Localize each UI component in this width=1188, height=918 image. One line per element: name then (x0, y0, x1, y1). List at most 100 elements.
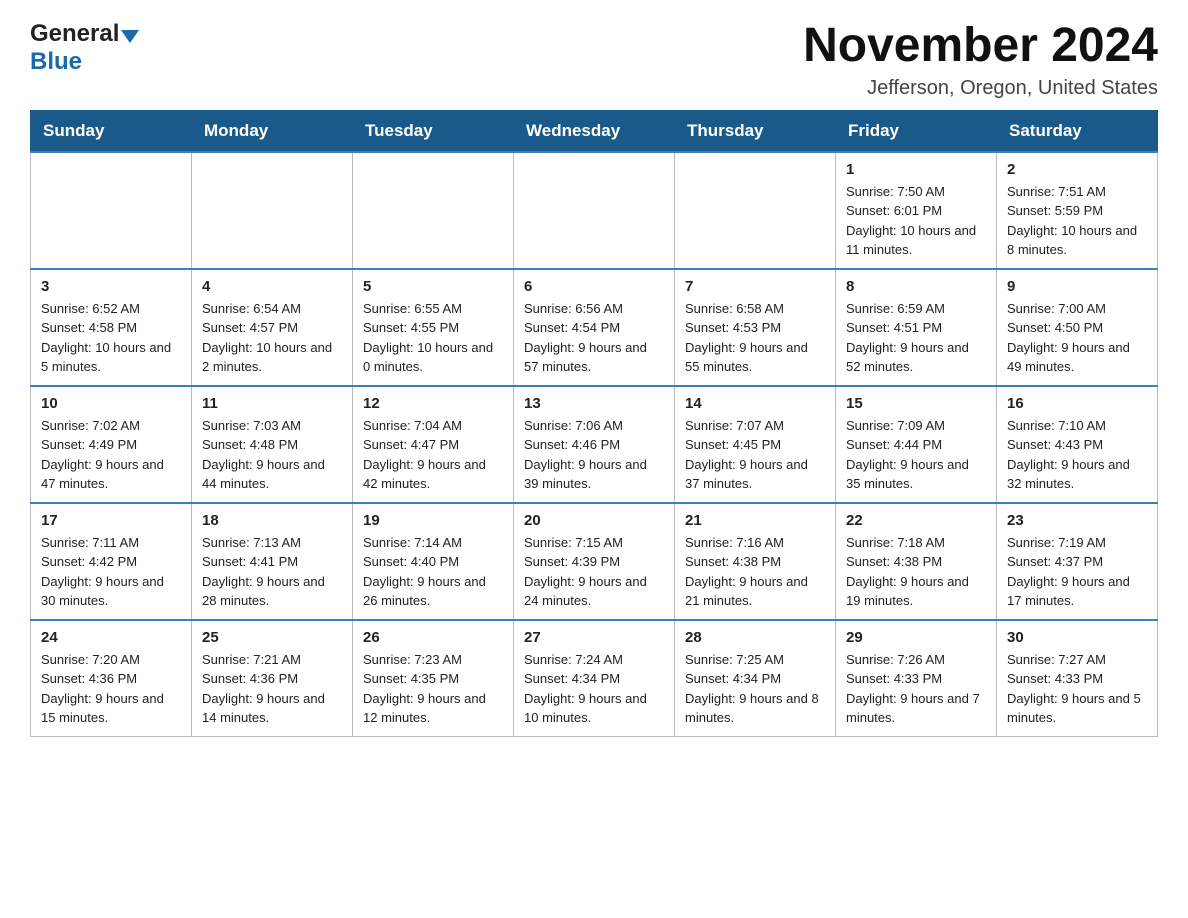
calendar-cell: 26 Sunrise: 7:23 AMSunset: 4:35 PMDayligh… (353, 620, 514, 737)
day-info: Sunrise: 7:03 AMSunset: 4:48 PMDaylight:… (202, 416, 342, 494)
calendar-cell: 14Sunrise: 7:07 AMSunset: 4:45 PMDayligh… (675, 386, 836, 503)
calendar-cell: 19 Sunrise: 7:14 AMSunset: 4:40 PMDayligh… (353, 503, 514, 620)
calendar-header-row: SundayMondayTuesdayWednesdayThursdayFrid… (31, 110, 1158, 152)
logo: General Blue (30, 20, 139, 76)
calendar-cell: 16 Sunrise: 7:10 AMSunset: 4:43 PMDayligh… (997, 386, 1158, 503)
logo-blue-text: Blue (30, 48, 82, 75)
calendar-cell: 8 Sunrise: 6:59 AMSunset: 4:51 PMDaylight… (836, 269, 997, 386)
day-info: Sunrise: 7:19 AMSunset: 4:37 PMDaylight:… (1007, 533, 1147, 611)
calendar-week-row: 10 Sunrise: 7:02 AMSunset: 4:49 PMDayligh… (31, 386, 1158, 503)
calendar-cell (514, 152, 675, 269)
logo-general-text: General (30, 20, 119, 48)
calendar-cell: 3 Sunrise: 6:52 AMSunset: 4:58 PMDaylight… (31, 269, 192, 386)
column-header-monday: Monday (192, 110, 353, 152)
day-info: Sunrise: 7:14 AMSunset: 4:40 PMDaylight:… (363, 533, 503, 611)
day-number: 19 (363, 512, 503, 529)
day-info: Sunrise: 6:52 AMSunset: 4:58 PMDaylight:… (41, 299, 181, 377)
column-header-wednesday: Wednesday (514, 110, 675, 152)
day-number: 23 (1007, 512, 1147, 529)
day-info: Sunrise: 7:13 AMSunset: 4:41 PMDaylight:… (202, 533, 342, 611)
day-number: 2 (1007, 161, 1147, 178)
day-number: 14 (685, 395, 825, 412)
day-number: 8 (846, 278, 986, 295)
calendar-cell: 6 Sunrise: 6:56 AMSunset: 4:54 PMDaylight… (514, 269, 675, 386)
day-info: Sunrise: 7:11 AMSunset: 4:42 PMDaylight:… (41, 533, 181, 611)
day-number: 15 (846, 395, 986, 412)
day-number: 27 (524, 629, 664, 646)
calendar-cell: 24 Sunrise: 7:20 AMSunset: 4:36 PMDayligh… (31, 620, 192, 737)
day-number: 24 (41, 629, 181, 646)
day-number: 10 (41, 395, 181, 412)
day-number: 28 (685, 629, 825, 646)
day-info: Sunrise: 6:59 AMSunset: 4:51 PMDaylight:… (846, 299, 986, 377)
calendar-cell: 18 Sunrise: 7:13 AMSunset: 4:41 PMDayligh… (192, 503, 353, 620)
calendar-cell: 15Sunrise: 7:09 AMSunset: 4:44 PMDayligh… (836, 386, 997, 503)
day-number: 25 (202, 629, 342, 646)
calendar-cell: 10 Sunrise: 7:02 AMSunset: 4:49 PMDayligh… (31, 386, 192, 503)
day-info: Sunrise: 7:06 AMSunset: 4:46 PMDaylight:… (524, 416, 664, 494)
calendar-cell: 2 Sunrise: 7:51 AMSunset: 5:59 PMDaylight… (997, 152, 1158, 269)
calendar-cell (353, 152, 514, 269)
day-number: 6 (524, 278, 664, 295)
day-info: Sunrise: 6:54 AMSunset: 4:57 PMDaylight:… (202, 299, 342, 377)
day-number: 11 (202, 395, 342, 412)
calendar-cell: 17Sunrise: 7:11 AMSunset: 4:42 PMDayligh… (31, 503, 192, 620)
calendar-cell: 23 Sunrise: 7:19 AMSunset: 4:37 PMDayligh… (997, 503, 1158, 620)
day-number: 30 (1007, 629, 1147, 646)
day-number: 29 (846, 629, 986, 646)
calendar-cell: 20 Sunrise: 7:15 AMSunset: 4:39 PMDayligh… (514, 503, 675, 620)
calendar-title: November 2024 (803, 20, 1158, 73)
day-info: Sunrise: 7:02 AMSunset: 4:49 PMDaylight:… (41, 416, 181, 494)
calendar-cell: 28Sunrise: 7:25 AMSunset: 4:34 PMDayligh… (675, 620, 836, 737)
column-header-friday: Friday (836, 110, 997, 152)
day-info: Sunrise: 7:00 AMSunset: 4:50 PMDaylight:… (1007, 299, 1147, 377)
day-number: 1 (846, 161, 986, 178)
day-info: Sunrise: 7:16 AMSunset: 4:38 PMDaylight:… (685, 533, 825, 611)
title-block: November 2024 Jefferson, Oregon, United … (803, 20, 1158, 100)
column-header-sunday: Sunday (31, 110, 192, 152)
day-number: 7 (685, 278, 825, 295)
calendar-cell: 29Sunrise: 7:26 AMSunset: 4:33 PMDayligh… (836, 620, 997, 737)
day-info: Sunrise: 7:24 AMSunset: 4:34 PMDaylight:… (524, 650, 664, 728)
day-info: Sunrise: 7:15 AMSunset: 4:39 PMDaylight:… (524, 533, 664, 611)
day-number: 3 (41, 278, 181, 295)
day-number: 16 (1007, 395, 1147, 412)
day-info: Sunrise: 7:04 AMSunset: 4:47 PMDaylight:… (363, 416, 503, 494)
day-number: 4 (202, 278, 342, 295)
calendar-cell: 30Sunrise: 7:27 AMSunset: 4:33 PMDayligh… (997, 620, 1158, 737)
calendar-cell (31, 152, 192, 269)
day-info: Sunrise: 6:58 AMSunset: 4:53 PMDaylight:… (685, 299, 825, 377)
calendar-cell: 1 Sunrise: 7:50 AMSunset: 6:01 PMDaylight… (836, 152, 997, 269)
calendar-week-row: 1 Sunrise: 7:50 AMSunset: 6:01 PMDaylight… (31, 152, 1158, 269)
column-header-saturday: Saturday (997, 110, 1158, 152)
day-number: 26 (363, 629, 503, 646)
day-info: Sunrise: 6:56 AMSunset: 4:54 PMDaylight:… (524, 299, 664, 377)
page-header: General Blue November 2024 Jefferson, Or… (30, 20, 1158, 100)
day-info: Sunrise: 7:23 AMSunset: 4:35 PMDaylight:… (363, 650, 503, 728)
day-info: Sunrise: 7:51 AMSunset: 5:59 PMDaylight:… (1007, 182, 1147, 260)
day-number: 13 (524, 395, 664, 412)
calendar-cell: 5 Sunrise: 6:55 AMSunset: 4:55 PMDaylight… (353, 269, 514, 386)
column-header-thursday: Thursday (675, 110, 836, 152)
calendar-cell (192, 152, 353, 269)
day-number: 22 (846, 512, 986, 529)
day-info: Sunrise: 6:55 AMSunset: 4:55 PMDaylight:… (363, 299, 503, 377)
calendar-week-row: 3 Sunrise: 6:52 AMSunset: 4:58 PMDaylight… (31, 269, 1158, 386)
calendar-table: SundayMondayTuesdayWednesdayThursdayFrid… (30, 110, 1158, 737)
day-number: 12 (363, 395, 503, 412)
calendar-cell: 7 Sunrise: 6:58 AMSunset: 4:53 PMDaylight… (675, 269, 836, 386)
day-number: 20 (524, 512, 664, 529)
day-info: Sunrise: 7:50 AMSunset: 6:01 PMDaylight:… (846, 182, 986, 260)
calendar-cell: 9Sunrise: 7:00 AMSunset: 4:50 PMDaylight… (997, 269, 1158, 386)
calendar-cell: 13 Sunrise: 7:06 AMSunset: 4:46 PMDayligh… (514, 386, 675, 503)
calendar-cell: 22Sunrise: 7:18 AMSunset: 4:38 PMDayligh… (836, 503, 997, 620)
calendar-cell: 4 Sunrise: 6:54 AMSunset: 4:57 PMDaylight… (192, 269, 353, 386)
logo-arrow-icon (121, 30, 139, 43)
day-number: 18 (202, 512, 342, 529)
calendar-cell: 25Sunrise: 7:21 AMSunset: 4:36 PMDayligh… (192, 620, 353, 737)
calendar-cell: 12 Sunrise: 7:04 AMSunset: 4:47 PMDayligh… (353, 386, 514, 503)
day-info: Sunrise: 7:20 AMSunset: 4:36 PMDaylight:… (41, 650, 181, 728)
calendar-cell: 11 Sunrise: 7:03 AMSunset: 4:48 PMDayligh… (192, 386, 353, 503)
day-info: Sunrise: 7:10 AMSunset: 4:43 PMDaylight:… (1007, 416, 1147, 494)
day-number: 5 (363, 278, 503, 295)
